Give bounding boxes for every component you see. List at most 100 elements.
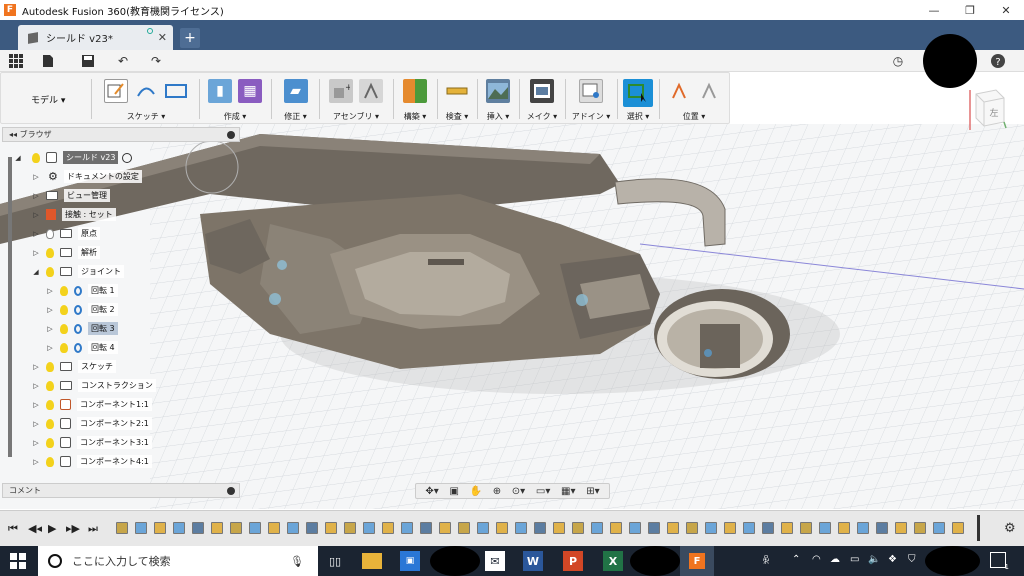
- close-tab-button[interactable]: ✕: [158, 31, 167, 44]
- mail-icon[interactable]: ✉: [485, 551, 505, 571]
- timeline-feature-icon[interactable]: [553, 522, 565, 534]
- timeline-feature-icon[interactable]: [819, 522, 831, 534]
- timeline-feature-icon[interactable]: [610, 522, 622, 534]
- powerpoint-icon[interactable]: P: [563, 551, 583, 571]
- help-icon[interactable]: ?: [990, 53, 1006, 69]
- play-icon[interactable]: ▶: [48, 522, 56, 535]
- visibility-bulb-icon[interactable]: [60, 304, 68, 315]
- timeline-feature-icon[interactable]: [135, 522, 147, 534]
- expand-arrow-icon[interactable]: ▷: [32, 420, 40, 428]
- timeline-feature-icon[interactable]: [724, 522, 736, 534]
- comments-panel[interactable]: コメント: [2, 483, 240, 498]
- visibility-bulb-icon[interactable]: [60, 285, 68, 296]
- timeline-feature-icon[interactable]: [192, 522, 204, 534]
- expand-arrow-icon[interactable]: ▷: [32, 249, 40, 257]
- timeline-feature-icon[interactable]: [534, 522, 546, 534]
- timeline-settings-gear-icon[interactable]: ⚙: [1004, 521, 1016, 536]
- collapse-browser-icon[interactable]: ◂◂: [9, 130, 20, 139]
- word-icon[interactable]: W: [523, 551, 543, 571]
- timeline-feature-icon[interactable]: [116, 522, 128, 534]
- tree-item-named-views[interactable]: ▷ ビュー管理: [32, 188, 110, 203]
- timeline-feature-icon[interactable]: [705, 522, 717, 534]
- extrude-icon[interactable]: ▮: [208, 79, 232, 103]
- visibility-bulb-icon[interactable]: [46, 380, 54, 391]
- visibility-bulb-icon[interactable]: [32, 152, 40, 163]
- taskbar-search-box[interactable]: ここに入力して検索 🎙: [38, 546, 318, 576]
- insert-group[interactable]: 挿入 ▾: [479, 73, 517, 125]
- timeline-feature-icon[interactable]: [420, 522, 432, 534]
- onedrive-icon[interactable]: ☁: [830, 554, 840, 565]
- joint-icon[interactable]: [359, 79, 383, 103]
- insert-image-icon[interactable]: [486, 79, 510, 103]
- timeline-feature-icon[interactable]: [496, 522, 508, 534]
- action-center-icon[interactable]: 1: [990, 552, 1009, 571]
- create-sketch-icon[interactable]: [104, 79, 128, 103]
- tree-item-revolute-1[interactable]: ▷ 回転 1: [46, 283, 118, 298]
- orbit-icon[interactable]: ✥▾: [425, 486, 438, 497]
- go-to-start-icon[interactable]: ⏮: [8, 522, 18, 536]
- dropbox-icon[interactable]: ❖: [888, 554, 897, 565]
- expand-arrow-icon[interactable]: ▷: [46, 306, 54, 314]
- expand-arrow-icon[interactable]: ▷: [32, 363, 40, 371]
- timeline-feature-icon[interactable]: [268, 522, 280, 534]
- timeline-feature-icon[interactable]: [838, 522, 850, 534]
- visibility-bulb-icon[interactable]: [46, 456, 54, 467]
- tree-item-origin[interactable]: ▷ 原点: [32, 226, 100, 241]
- visibility-bulb-icon[interactable]: [46, 437, 54, 448]
- timeline-feature-icon[interactable]: [762, 522, 774, 534]
- capture-position-icon[interactable]: [667, 79, 691, 103]
- tree-item-contact-sets[interactable]: ▷ 接触 : セット: [32, 207, 116, 222]
- timeline-feature-icon[interactable]: [211, 522, 223, 534]
- modify-group[interactable]: ▰ 修正 ▾: [273, 73, 318, 125]
- sketch-group[interactable]: スケッチ ▾: [96, 73, 196, 125]
- tree-item-construction[interactable]: ▷ コンストラクション: [32, 378, 156, 393]
- timeline-feature-icon[interactable]: [933, 522, 945, 534]
- collapse-arrow-icon[interactable]: ◢: [32, 268, 40, 276]
- timeline-feature-icon[interactable]: [325, 522, 337, 534]
- timeline-feature-icon[interactable]: [344, 522, 356, 534]
- timeline-feature-icon[interactable]: [572, 522, 584, 534]
- data-panel-grid-icon[interactable]: [8, 53, 24, 69]
- tree-item-component-1[interactable]: ▷ コンポーネント1:1: [32, 397, 152, 412]
- new-tab-button[interactable]: +: [180, 28, 200, 48]
- save-icon[interactable]: [80, 53, 96, 69]
- press-pull-icon[interactable]: ▰: [283, 79, 308, 103]
- zoom-icon[interactable]: ⊙▾: [512, 486, 525, 497]
- scripts-addins-icon[interactable]: [579, 79, 603, 103]
- inspect-group[interactable]: 検査 ▾: [439, 73, 475, 125]
- timeline-feature-icon[interactable]: [857, 522, 869, 534]
- wifi-icon[interactable]: ◠: [812, 554, 821, 565]
- tree-item-sketches[interactable]: ▷ スケッチ: [32, 359, 116, 374]
- timeline-feature-icon[interactable]: [686, 522, 698, 534]
- visibility-bulb-icon[interactable]: [46, 399, 54, 410]
- battery-icon[interactable]: ▭: [850, 554, 859, 565]
- select-group[interactable]: 選択 ▾: [619, 73, 657, 125]
- timeline-feature-icon[interactable]: [800, 522, 812, 534]
- redo-icon[interactable]: ↷: [148, 53, 164, 69]
- expand-arrow-icon[interactable]: ▷: [32, 230, 40, 238]
- timeline-feature-icon[interactable]: [781, 522, 793, 534]
- timeline-feature-icon[interactable]: [667, 522, 679, 534]
- store-icon[interactable]: ▣: [400, 551, 420, 571]
- revert-position-icon[interactable]: [697, 79, 721, 103]
- visibility-bulb-icon[interactable]: [46, 361, 54, 372]
- expand-arrow-icon[interactable]: ▷: [46, 325, 54, 333]
- timeline-feature-icon[interactable]: [401, 522, 413, 534]
- windows-start-icon[interactable]: [10, 553, 26, 569]
- volume-icon[interactable]: 🔈: [868, 554, 880, 565]
- viewcube[interactable]: 左: [968, 88, 1008, 130]
- document-tab[interactable]: シールド v23* ✕: [18, 25, 173, 50]
- task-view-icon[interactable]: ▯▯: [325, 551, 345, 571]
- excel-icon[interactable]: X: [603, 551, 623, 571]
- timeline-feature-icon[interactable]: [515, 522, 527, 534]
- microphone-icon[interactable]: 🎙: [290, 555, 304, 568]
- expand-arrow-icon[interactable]: ▷: [32, 211, 40, 219]
- tree-item-analysis[interactable]: ▷ 解析: [32, 245, 100, 260]
- make-group[interactable]: メイク ▾: [521, 73, 563, 125]
- tree-item-component-2[interactable]: ▷ コンポーネント2:1: [32, 416, 152, 431]
- visibility-bulb-icon[interactable]: [60, 323, 68, 334]
- timeline-feature-icon[interactable]: [439, 522, 451, 534]
- offset-plane-icon[interactable]: [403, 79, 427, 103]
- measure-icon[interactable]: [445, 79, 469, 103]
- file-explorer-icon[interactable]: [362, 553, 382, 569]
